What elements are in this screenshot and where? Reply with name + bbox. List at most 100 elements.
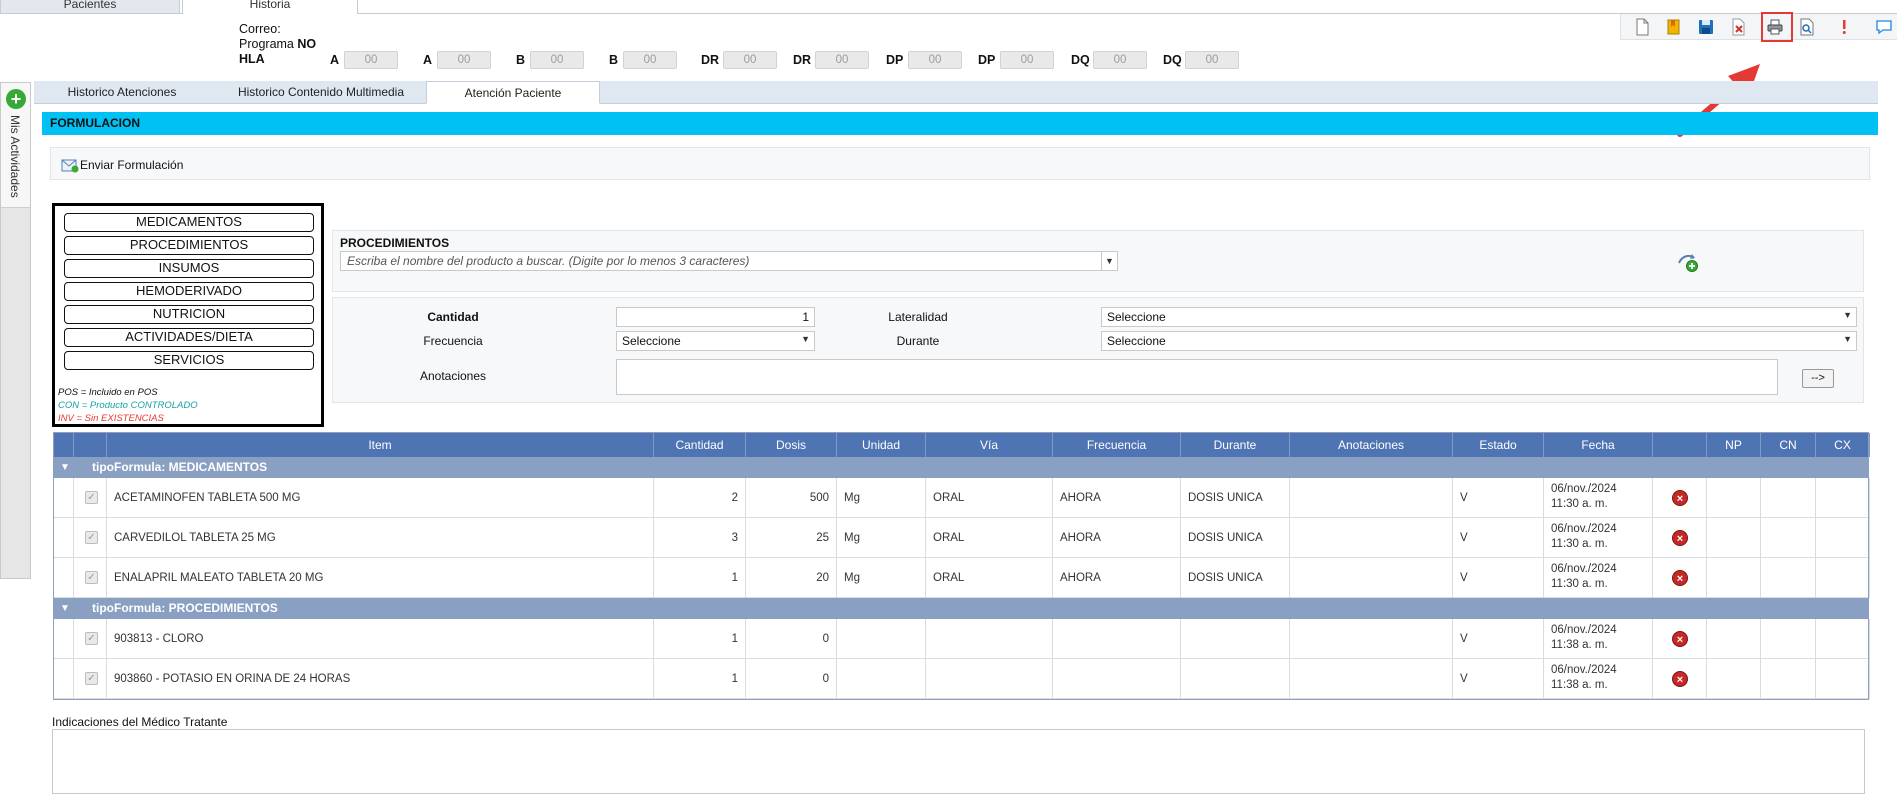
frecuencia-label: Frecuencia	[423, 334, 483, 348]
frecuencia-select[interactable]: Seleccione ▼	[616, 331, 815, 351]
grid-header-dosis[interactable]: Dosis	[746, 433, 837, 457]
tab-atencion-paciente[interactable]: Atención Paciente	[426, 81, 600, 104]
add-product-icon[interactable]	[1675, 249, 1701, 273]
grid-header-action[interactable]	[1653, 433, 1707, 457]
cantidad-input[interactable]: 1	[616, 307, 815, 327]
delete-row-icon[interactable]: ×	[1672, 631, 1688, 647]
collapse-group-icon[interactable]: ▼	[60, 457, 70, 478]
bookmark-icon[interactable]	[1665, 18, 1683, 36]
programa-label: Programa	[239, 37, 294, 51]
fecha-time: 11:30 a. m.	[1551, 538, 1608, 550]
grid-cell-cantidad: 1	[654, 619, 746, 659]
side-panel-header[interactable]: + Mis Actividades	[1, 83, 30, 208]
grid-cell-dosis: 20	[746, 558, 837, 598]
delete-row-icon[interactable]: ×	[1672, 671, 1688, 687]
side-panel-label[interactable]: Mis Actividades	[3, 115, 27, 205]
hla-field-5[interactable]: 00	[815, 51, 869, 69]
type-button-actividades-dieta[interactable]: ACTIVIDADES/DIETA	[64, 328, 314, 347]
grid-header-item[interactable]: Item	[107, 433, 654, 457]
type-button-insumos[interactable]: INSUMOS	[64, 259, 314, 278]
hla-field-3[interactable]: 00	[623, 51, 677, 69]
grid-header-cx[interactable]: CX	[1816, 433, 1870, 457]
tab-historico-multimedia[interactable]: Historico Contenido Multimedia	[212, 81, 430, 104]
grid-header-frecuencia[interactable]: Frecuencia	[1053, 433, 1181, 457]
grid-cell-np	[1707, 619, 1761, 659]
details-panel: Cantidad 1 Lateralidad Seleccione ▼ Frec…	[332, 297, 1864, 403]
grid-cell-cx	[1816, 659, 1870, 699]
table-row[interactable]: ✓ ACETAMINOFEN TABLETA 500 MG 2 500 Mg ORAL AH…	[54, 478, 1870, 518]
preview-icon[interactable]	[1798, 18, 1816, 36]
grid-cell-np	[1707, 659, 1761, 699]
table-row[interactable]: ✓ 903860 - POTASIO EN ORINA DE 24 HORAS 1 0…	[54, 659, 1870, 699]
table-row[interactable]: ✓ CARVEDILOL TABLETA 25 MG 3 25 Mg ORAL AHORA D…	[54, 518, 1870, 558]
grid-cell-fecha: 06/nov./2024 11:30 a. m.	[1544, 558, 1653, 598]
send-formulation-button[interactable]: Enviar Formulación	[80, 158, 183, 172]
alert-icon[interactable]	[1835, 18, 1853, 36]
type-button-medicamentos[interactable]: MEDICAMENTOS	[64, 213, 314, 232]
indicaciones-textarea[interactable]	[52, 729, 1865, 794]
type-button-servicios[interactable]: SERVICIOS	[64, 351, 314, 370]
type-button-procedimientos[interactable]: PROCEDIMIENTOS	[64, 236, 314, 255]
table-row[interactable]: ✓ ENALAPRIL MALEATO TABLETA 20 MG 1 20 Mg ORA…	[54, 558, 1870, 598]
grid-group-row[interactable]: ▼ tipoFormula: PROCEDIMIENTOS	[54, 598, 1868, 619]
grid-header-estado[interactable]: Estado	[1453, 433, 1544, 457]
chat-icon[interactable]	[1875, 18, 1893, 36]
row-checkbox[interactable]: ✓	[85, 491, 98, 504]
delete-row-icon[interactable]: ×	[1672, 490, 1688, 506]
hla-field-4[interactable]: 00	[723, 51, 777, 69]
grid-cell-cx	[1816, 558, 1870, 598]
grid-cell-blank	[54, 478, 74, 518]
add-item-button[interactable]: -->	[1802, 369, 1834, 388]
grid-header-np[interactable]: NP	[1707, 433, 1761, 457]
tab-historia[interactable]: Historia	[182, 0, 358, 14]
grid-header-cn[interactable]: CN	[1761, 433, 1816, 457]
tab-historico-atenciones[interactable]: Historico Atenciones	[34, 81, 210, 104]
row-checkbox[interactable]: ✓	[85, 632, 98, 645]
row-checkbox[interactable]: ✓	[85, 672, 98, 685]
save-icon[interactable]	[1697, 18, 1715, 36]
row-checkbox[interactable]: ✓	[85, 531, 98, 544]
anotaciones-input[interactable]	[616, 359, 1778, 395]
type-button-nutricion[interactable]: NUTRICION	[64, 305, 314, 324]
grid-cell-fecha: 06/nov./2024 11:38 a. m.	[1544, 619, 1653, 659]
grid-cell-durante: DOSIS UNICA	[1181, 558, 1290, 598]
send-formulation-icon[interactable]	[61, 158, 79, 173]
grid-cell-frecuencia: AHORA	[1053, 478, 1181, 518]
type-button-hemoderivado[interactable]: HEMODERIVADO	[64, 282, 314, 301]
chevron-down-icon[interactable]: ▼	[1101, 252, 1117, 270]
hla-field-1[interactable]: 00	[437, 51, 491, 69]
grid-cell-estado: V	[1453, 518, 1544, 558]
grid-cell-estado: V	[1453, 619, 1544, 659]
hla-label-6: DP	[886, 53, 904, 67]
lateralidad-select[interactable]: Seleccione ▼	[1101, 307, 1857, 327]
delete-document-icon[interactable]	[1729, 18, 1747, 36]
grid-header-unidad[interactable]: Unidad	[837, 433, 926, 457]
add-activity-icon[interactable]: +	[6, 89, 26, 109]
new-document-icon[interactable]	[1633, 18, 1651, 36]
row-checkbox[interactable]: ✓	[85, 571, 98, 584]
hla-field-6[interactable]: 00	[908, 51, 962, 69]
collapse-group-icon[interactable]: ▼	[60, 598, 70, 619]
hla-field-2[interactable]: 00	[530, 51, 584, 69]
grid-header-via[interactable]: Vía	[926, 433, 1053, 457]
hla-field-9[interactable]: 00	[1185, 51, 1239, 69]
tab-pacientes[interactable]: Pacientes	[0, 0, 180, 14]
product-search-input[interactable]: Escriba el nombre del producto a buscar.…	[340, 251, 1118, 271]
hla-field-0[interactable]: 00	[344, 51, 398, 69]
grid-cell-via	[926, 619, 1053, 659]
grid-cell-estado: V	[1453, 478, 1544, 518]
hla-field-8[interactable]: 00	[1093, 51, 1147, 69]
grid-header-anotaciones[interactable]: Anotaciones	[1290, 433, 1453, 457]
grid-header-cantidad[interactable]: Cantidad	[654, 433, 746, 457]
grid-header-durante[interactable]: Durante	[1181, 433, 1290, 457]
anotaciones-label: Anotaciones	[419, 369, 487, 383]
grid-header-fecha[interactable]: Fecha	[1544, 433, 1653, 457]
delete-row-icon[interactable]: ×	[1672, 530, 1688, 546]
hla-field-7[interactable]: 00	[1000, 51, 1054, 69]
delete-row-icon[interactable]: ×	[1672, 570, 1688, 586]
grid-cell-unidad	[837, 619, 926, 659]
table-row[interactable]: ✓ 903813 - CLORO 1 0 V 06/nov./2024 11:38 a. m…	[54, 619, 1870, 659]
grid-cell-unidad: Mg	[837, 518, 926, 558]
durante-select[interactable]: Seleccione ▼	[1101, 331, 1857, 351]
grid-group-row[interactable]: ▼ tipoFormula: MEDICAMENTOS	[54, 457, 1868, 478]
